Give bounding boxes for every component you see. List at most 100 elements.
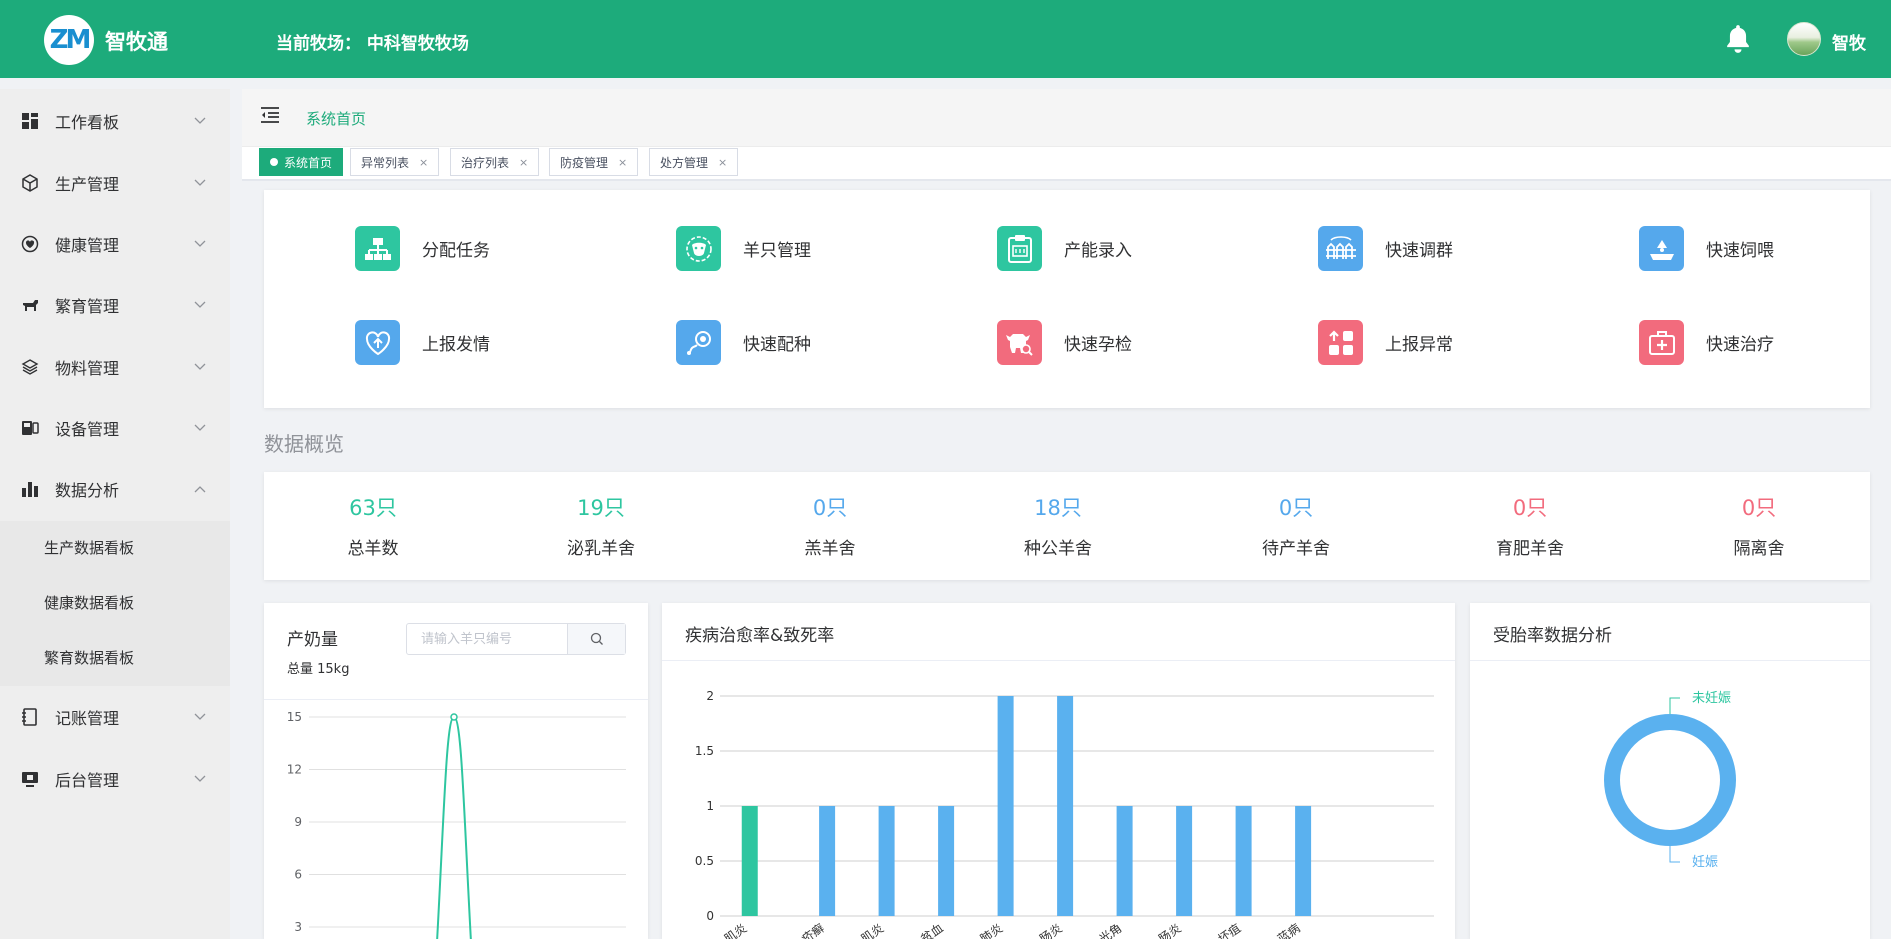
breadcrumb[interactable]: 系统首页 bbox=[306, 108, 366, 129]
tab-label: 异常列表 bbox=[361, 155, 410, 170]
quick-action-capacity-entry[interactable]: 产能录入 bbox=[997, 226, 1132, 271]
current-farm[interactable]: 当前牧场： 中科智牧牧场 bbox=[276, 29, 469, 54]
breadcrumb-bar: 系统首页 bbox=[242, 89, 1891, 147]
stat-lactation-pen[interactable]: 19只 泌乳羊舍 bbox=[526, 492, 676, 559]
stat-lamb-pen[interactable]: 0只 羔羊舍 bbox=[755, 492, 905, 559]
sidebar-item-accounting[interactable]: 记账管理 bbox=[0, 687, 230, 747]
quick-action-quick-feeding[interactable]: 快速饲喂 bbox=[1639, 226, 1774, 271]
y-tick-label: 9 bbox=[294, 815, 302, 829]
submenu-health-board[interactable]: 健康数据看板 bbox=[44, 592, 134, 613]
org-chart-icon bbox=[355, 226, 400, 271]
sidebar-item-label: 设备管理 bbox=[55, 420, 120, 439]
panel-header: 疾病治愈率&致死率 bbox=[662, 603, 1455, 661]
close-icon[interactable]: × bbox=[419, 156, 428, 169]
tab-home[interactable]: 系统首页 bbox=[259, 148, 344, 176]
close-icon[interactable]: × bbox=[618, 156, 627, 169]
bar bbox=[1057, 696, 1074, 916]
tab-label: 治疗列表 bbox=[461, 155, 510, 170]
quick-action-label: 上报发情 bbox=[422, 335, 490, 355]
y-tick-label: 0.5 bbox=[695, 854, 714, 868]
x-tick-label: 光角 bbox=[1097, 921, 1125, 939]
chevron-down-icon bbox=[194, 117, 206, 124]
tab-treatment-list[interactable]: 治疗列表 × bbox=[450, 148, 540, 176]
y-tick-label: 2 bbox=[706, 689, 714, 703]
tab-abnormal-list[interactable]: 异常列表 × bbox=[350, 148, 440, 176]
chevron-down-icon bbox=[194, 424, 206, 431]
stat-ram-pen[interactable]: 18只 种公羊舍 bbox=[983, 492, 1133, 559]
stat-isolation-pen[interactable]: 0只 隔离舍 bbox=[1684, 492, 1834, 559]
milk-series-line bbox=[436, 715, 472, 939]
cow-icon bbox=[997, 320, 1042, 365]
device-icon bbox=[22, 421, 39, 435]
bell-icon[interactable] bbox=[1724, 24, 1752, 54]
legend-label: 未妊娠 bbox=[1692, 691, 1731, 706]
stat-value: 19只 bbox=[577, 496, 625, 520]
feed-icon bbox=[1639, 226, 1684, 271]
submenu-breeding-board[interactable]: 繁育数据看板 bbox=[44, 647, 134, 668]
quick-action-sheep-management[interactable]: 羊只管理 bbox=[676, 226, 811, 271]
app-logo[interactable]: ZM bbox=[44, 15, 94, 65]
sidebar-item-work-board[interactable]: 工作看板 bbox=[0, 91, 230, 151]
chevron-down-icon bbox=[194, 240, 206, 247]
y-tick-label: 1 bbox=[706, 799, 714, 813]
quick-action-quick-treatment[interactable]: 快速治疗 bbox=[1639, 320, 1774, 365]
sheep-id-input[interactable] bbox=[407, 624, 567, 654]
quick-action-report-abnormal[interactable]: 上报异常 bbox=[1318, 320, 1453, 365]
user-avatar[interactable] bbox=[1787, 22, 1821, 56]
x-tick-label: 肌炎 bbox=[859, 921, 887, 939]
quick-action-quick-pregnancy-check[interactable]: 快速孕检 bbox=[997, 320, 1132, 365]
quick-action-label: 羊只管理 bbox=[743, 241, 811, 261]
chevron-down-icon bbox=[194, 713, 206, 720]
sidebar-item-equipment[interactable]: 设备管理 bbox=[0, 398, 230, 458]
bar bbox=[1176, 806, 1193, 916]
quick-action-report-estrus[interactable]: 上报发情 bbox=[355, 320, 490, 365]
y-tick-label: 6 bbox=[294, 868, 302, 882]
close-icon[interactable]: × bbox=[718, 156, 727, 169]
conception-donut-chart: 未妊娠妊娠 bbox=[1604, 691, 1736, 870]
sidebar-item-materials[interactable]: 物料管理 bbox=[0, 337, 230, 397]
leader-line bbox=[1669, 697, 1680, 714]
search-button[interactable] bbox=[567, 624, 625, 654]
x-tick-label: 疥癣 bbox=[799, 920, 827, 939]
x-tick-label: 贫血 bbox=[918, 920, 946, 939]
submenu-production-board[interactable]: 生产数据看板 bbox=[44, 537, 134, 558]
sidebar-item-breeding[interactable]: 繁育管理 bbox=[0, 275, 230, 335]
stat-prepartum-pen[interactable]: 0只 待产羊舍 bbox=[1221, 492, 1371, 559]
quick-action-label: 产能录入 bbox=[1064, 241, 1132, 261]
x-tick-label: 坏疽 bbox=[1216, 921, 1244, 939]
sheep-search bbox=[406, 623, 626, 655]
quick-action-quick-regroup[interactable]: 快速调群 bbox=[1318, 226, 1453, 271]
x-tick-label: 肺炎 bbox=[978, 921, 1006, 939]
y-tick-label: 12 bbox=[287, 763, 302, 777]
close-icon[interactable]: × bbox=[519, 156, 528, 169]
conception-rate-panel: 受胎率数据分析 未妊娠 妊娠 bbox=[1470, 603, 1870, 939]
stat-value: 0只 bbox=[812, 496, 848, 520]
sidebar-item-production[interactable]: 生产管理 bbox=[0, 153, 230, 213]
disease-bar-chart: 2 1.5 1 0.5 0 肌炎 疥癣 肌炎 贫血 肺炎 肠炎 光角 肠炎 坏疽 蓝病 bbox=[695, 689, 1434, 939]
quick-action-quick-breeding[interactable]: 快速配种 bbox=[676, 320, 811, 365]
monitor-icon bbox=[22, 772, 38, 787]
stat-label: 隔离舍 bbox=[1733, 539, 1785, 559]
y-tick-label: 0 bbox=[706, 909, 714, 923]
user-name[interactable]: 智牧 bbox=[1832, 29, 1866, 54]
tab-epidemic-prevention[interactable]: 防疫管理 × bbox=[549, 148, 639, 176]
milk-line-chart: 15 12 9 6 3 bbox=[287, 710, 626, 939]
stat-fattening-pen[interactable]: 0只 育肥羊舍 bbox=[1455, 492, 1605, 559]
stat-value: 18只 bbox=[1034, 496, 1082, 520]
panel-title: 产奶量 bbox=[287, 630, 338, 650]
sidebar-item-label: 记账管理 bbox=[55, 709, 120, 728]
tab-prescription[interactable]: 处方管理 × bbox=[649, 148, 739, 176]
sidebar-item-admin[interactable]: 后台管理 bbox=[0, 749, 230, 809]
layers-icon bbox=[21, 359, 39, 375]
sidebar-item-data-analysis[interactable]: 数据分析 bbox=[0, 459, 230, 519]
menu-fold-icon[interactable] bbox=[260, 106, 280, 124]
bar bbox=[1295, 806, 1312, 916]
sidebar-item-health[interactable]: 健康管理 bbox=[0, 214, 230, 274]
tags-view: 系统首页 异常列表 × 治疗列表 × 防疫管理 × 处方管理 × bbox=[242, 147, 1891, 181]
tab-label: 处方管理 bbox=[660, 155, 709, 170]
stat-total-sheep[interactable]: 63只 总羊数 bbox=[298, 492, 448, 559]
quick-action-assign-task[interactable]: 分配任务 bbox=[355, 226, 490, 271]
stat-label: 泌乳羊舍 bbox=[567, 539, 635, 559]
quick-action-label: 快速饲喂 bbox=[1706, 241, 1774, 261]
medkit-icon bbox=[1639, 320, 1684, 365]
